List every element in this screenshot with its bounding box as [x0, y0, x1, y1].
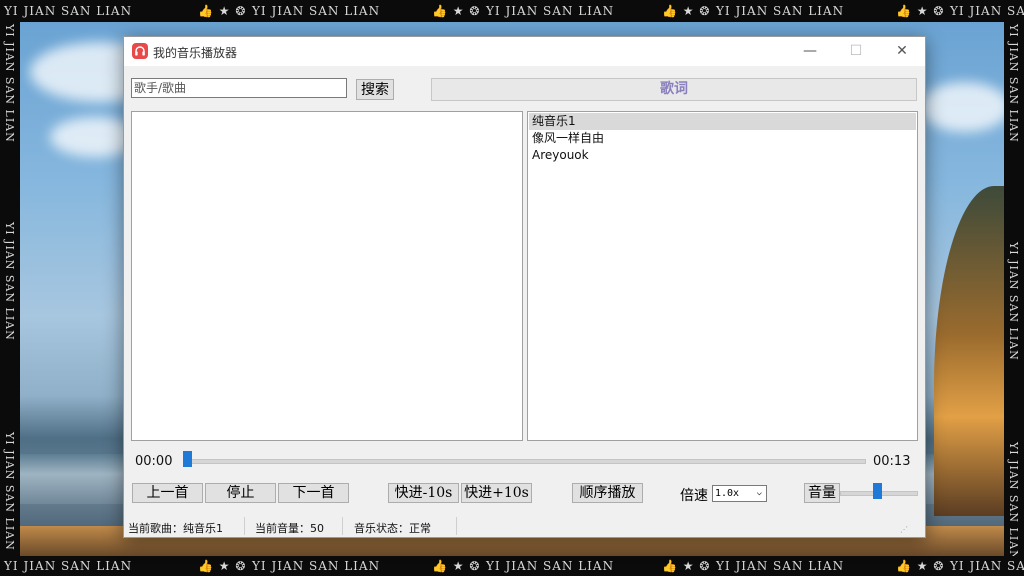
status-divider: [342, 517, 343, 535]
watermark-text: YI JIAN SAN LIAN: [3, 222, 16, 341]
watermark-icons: 👍 ★ ❂: [432, 4, 481, 18]
watermark-text: YI JIAN SAN LIAN: [716, 559, 845, 573]
watermark-text: YI JIAN SAN LIAN: [486, 559, 615, 573]
speed-value: 1.0x: [715, 488, 740, 499]
progress-slider[interactable]: [184, 459, 866, 464]
watermark-icons: 👍 ★ ❂: [198, 4, 247, 18]
watermark-text: YI JIAN SAN LIAN: [1007, 442, 1020, 556]
window-title: 我的音乐播放器: [153, 46, 238, 60]
watermark-text: YI JIAN SAN LIAN: [1007, 242, 1020, 361]
forward-10s-button[interactable]: 快进+10s: [461, 483, 532, 503]
status-current-song: 当前歌曲：纯音乐1: [128, 522, 223, 535]
total-time: 00:13: [873, 454, 911, 469]
watermark-icons: 👍 ★ ❂: [896, 4, 945, 18]
playlist-item[interactable]: 纯音乐1: [529, 113, 916, 130]
watermark-icons: 👍 ★ ❂: [896, 559, 945, 573]
speed-select[interactable]: 1.0x ⌵: [712, 485, 767, 502]
status-divider: [244, 517, 245, 535]
watermark-text: YI JIAN SAN LIAN: [3, 432, 16, 551]
watermark-text: YI JIAN SAN LIAN: [1007, 24, 1020, 143]
watermark-icons: 👍 ★ ❂: [662, 4, 711, 18]
status-music-state: 音乐状态：正常: [354, 522, 431, 535]
title-bar[interactable]: 我的音乐播放器 — ☐ ✕: [124, 37, 925, 66]
status-divider: [456, 517, 457, 535]
lyrics-panel[interactable]: [131, 111, 523, 441]
cliff: [934, 186, 1004, 516]
watermark-icons: 👍 ★ ❂: [432, 559, 481, 573]
current-time: 00:00: [135, 454, 173, 469]
rewind-10s-button[interactable]: 快进-10s: [388, 483, 459, 503]
close-button[interactable]: ✕: [879, 37, 925, 66]
watermark-band-left: YI JIAN SAN LIAN YI JIAN SAN LIAN YI JIA…: [0, 22, 20, 556]
playlist-item[interactable]: 像风一样自由: [529, 130, 916, 147]
previous-button[interactable]: 上一首: [132, 483, 203, 503]
speed-label: 倍速: [680, 488, 708, 504]
resize-grip-icon[interactable]: ⋰: [900, 525, 908, 534]
watermark-text: YI JIAN SAN LIAN: [4, 4, 133, 18]
playlist-item[interactable]: Areyouok: [529, 147, 916, 164]
watermark-text: YI JIAN SAN LIAN: [950, 4, 1024, 18]
progress-slider-thumb[interactable]: [183, 451, 192, 467]
watermark-text: YI JIAN SAN LIAN: [716, 4, 845, 18]
watermark-text: YI JIAN SAN LIAN: [252, 4, 381, 18]
playlist[interactable]: 纯音乐1 像风一样自由 Areyouok: [527, 111, 918, 441]
headphones-icon: [132, 43, 148, 59]
watermark-band-bottom: YI JIAN SAN LIAN 👍 ★ ❂ YI JIAN SAN LIAN …: [0, 556, 1024, 576]
watermark-text: YI JIAN SAN LIAN: [486, 4, 615, 18]
maximize-button[interactable]: ☐: [833, 37, 879, 66]
chevron-down-icon: ⌵: [756, 488, 762, 498]
watermark-text: YI JIAN SAN LIAN: [950, 559, 1024, 573]
music-player-window: 我的音乐播放器 — ☐ ✕ 歌手/歌曲 搜索 歌词 纯音乐1 像风一样自由 Ar…: [123, 36, 926, 538]
search-input[interactable]: 歌手/歌曲: [131, 78, 347, 98]
watermark-band-top: YI JIAN SAN LIAN 👍 ★ ❂ YI JIAN SAN LIAN …: [0, 0, 1024, 22]
watermark-icons: 👍 ★ ❂: [198, 559, 247, 573]
search-button[interactable]: 搜索: [356, 79, 394, 100]
cloud: [920, 82, 1004, 132]
watermark-text: YI JIAN SAN LIAN: [3, 24, 16, 143]
stop-button[interactable]: 停止: [205, 483, 276, 503]
status-bar: 当前歌曲：纯音乐1 当前音量：50 音乐状态：正常 ⋰: [124, 515, 925, 537]
volume-button[interactable]: 音量: [804, 483, 840, 503]
watermark-band-right: YI JIAN SAN LIAN YI JIAN SAN LIAN YI JIA…: [1004, 22, 1024, 556]
volume-slider-thumb[interactable]: [873, 483, 882, 499]
play-mode-button[interactable]: 顺序播放: [572, 483, 643, 503]
next-button[interactable]: 下一首: [278, 483, 349, 503]
watermark-icons: 👍 ★ ❂: [662, 559, 711, 573]
status-current-volume: 当前音量：50: [255, 522, 324, 535]
lyrics-button[interactable]: 歌词: [431, 78, 917, 101]
watermark-text: YI JIAN SAN LIAN: [4, 559, 133, 573]
watermark-text: YI JIAN SAN LIAN: [252, 559, 381, 573]
minimize-button[interactable]: —: [787, 37, 833, 66]
